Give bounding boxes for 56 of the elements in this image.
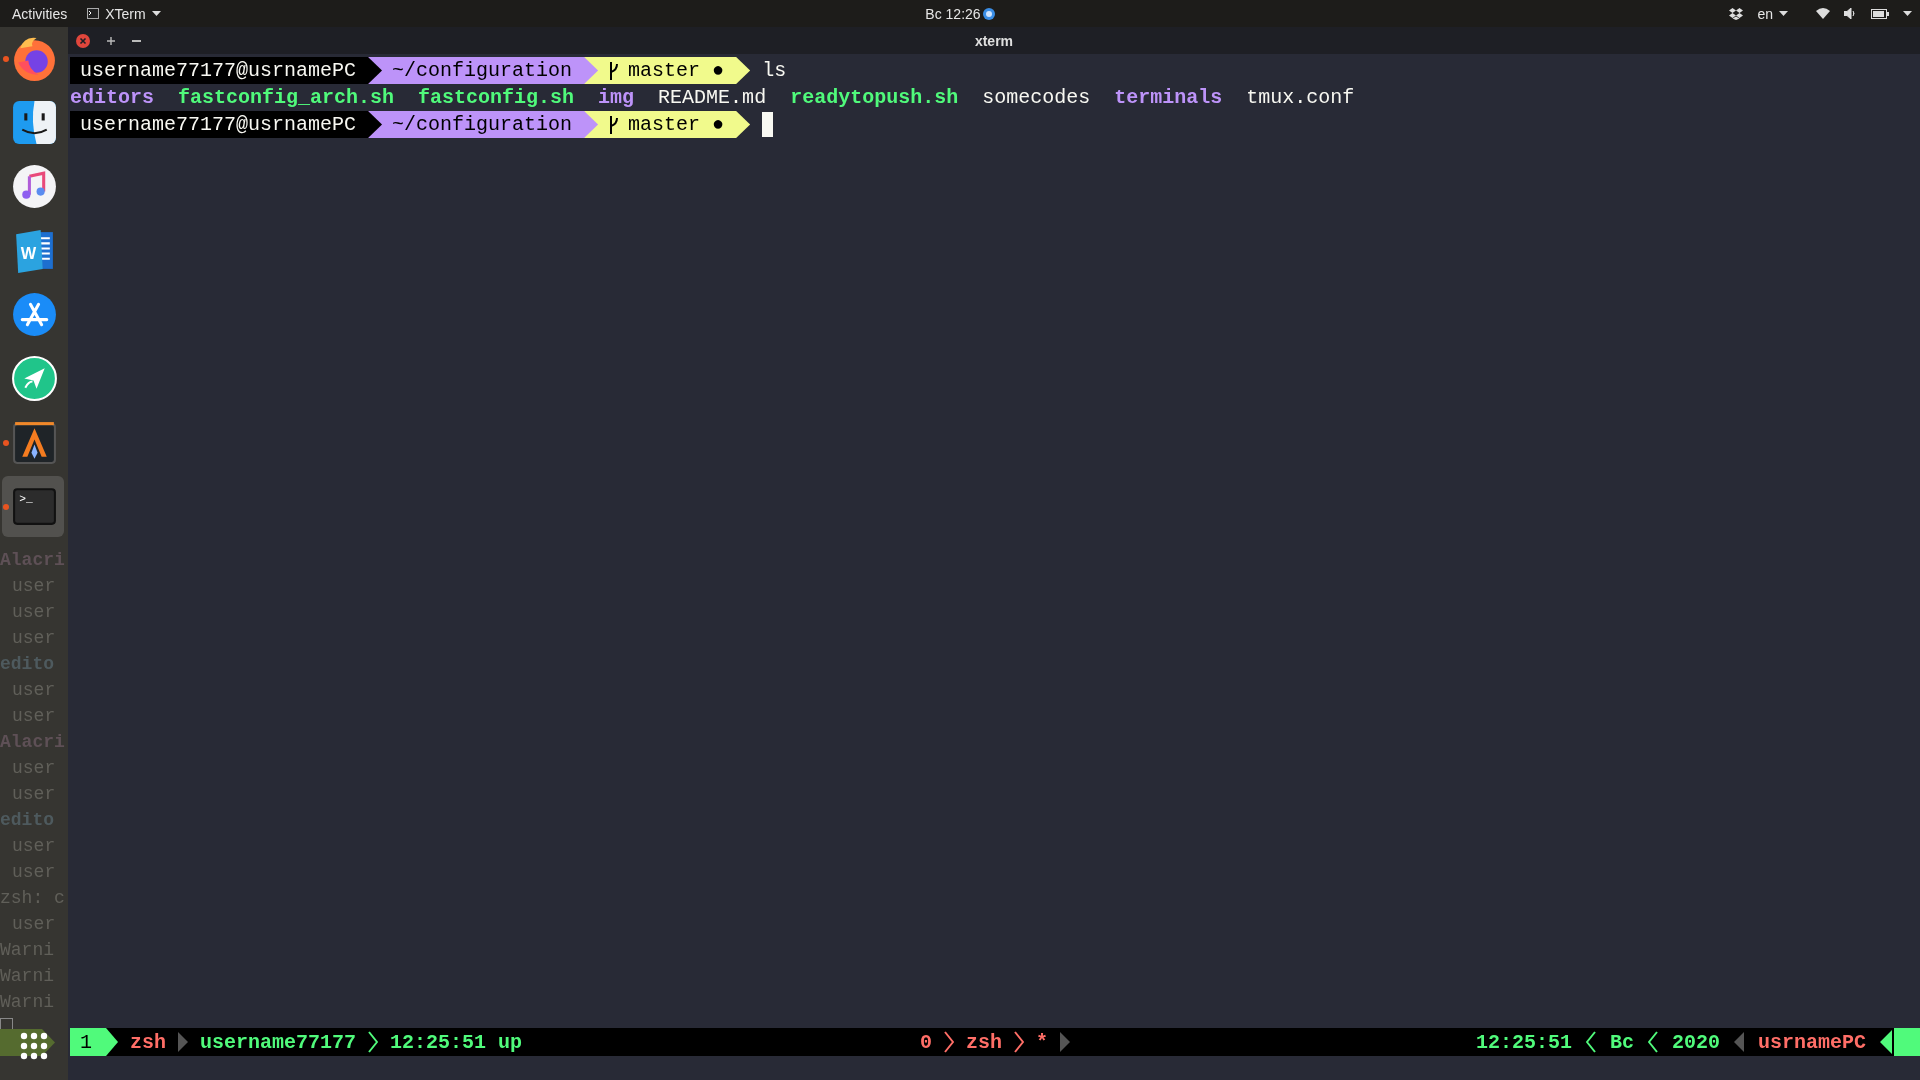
status-text: * — [1036, 1030, 1048, 1054]
file-entry: fastconfig_arch.sh — [178, 86, 395, 109]
activities-button[interactable]: Activities — [12, 5, 68, 22]
file-entry: editors — [70, 86, 154, 109]
terminal-icon — [87, 8, 100, 19]
prompt-segment: username77177@usrnamePC — [70, 57, 383, 84]
separator-icon — [1733, 1030, 1744, 1054]
minimize-icon[interactable] — [132, 39, 141, 42]
prompt-segment: username77177@usrnamePC — [70, 111, 383, 138]
file-entry: img — [598, 86, 635, 109]
caret-icon[interactable] — [1903, 11, 1912, 16]
app-menu[interactable]: XTerm — [87, 5, 161, 22]
separator-icon — [1060, 1030, 1070, 1054]
status-text: 12:25:51 up — [390, 1030, 523, 1054]
status-text: usrnamePC — [1757, 1030, 1866, 1054]
chevron-icon — [1585, 1030, 1596, 1054]
battery-icon[interactable] — [1871, 8, 1889, 19]
window-title: xterm — [974, 32, 1014, 49]
command-text: ls — [762, 59, 787, 82]
chevron-icon — [1647, 1030, 1658, 1054]
caret-icon — [1779, 11, 1788, 16]
clock[interactable]: Bc 12:26 — [925, 5, 981, 22]
status-text: 2020 — [1671, 1030, 1720, 1054]
paper-plane-icon[interactable] — [9, 354, 59, 403]
close-icon[interactable] — [76, 33, 90, 48]
language-menu[interactable]: en — [1757, 5, 1788, 22]
file-entry: terminals — [1114, 86, 1223, 109]
volume-icon[interactable] — [1844, 8, 1857, 19]
file-entry: readytopush.sh — [790, 86, 959, 109]
prompt-segment: ~/configuration — [368, 111, 599, 138]
status-text: 12:25:51 — [1475, 1030, 1572, 1054]
prompt-segment: master ● — [584, 111, 751, 138]
file-entry: somecodes — [982, 86, 1091, 109]
branch-icon — [608, 115, 621, 134]
status-text: 0 — [919, 1030, 932, 1054]
status-text: zsh — [966, 1030, 1002, 1054]
chevron-icon — [368, 1030, 379, 1054]
notification-icon — [982, 7, 995, 20]
apps-grid-icon[interactable] — [20, 1032, 48, 1060]
chevron-icon — [944, 1030, 954, 1054]
separator-icon — [178, 1030, 189, 1054]
branch-icon — [608, 61, 621, 80]
status-text: zsh — [130, 1030, 167, 1054]
chevron-icon — [1014, 1030, 1024, 1054]
prompt-segment: master ● — [584, 57, 751, 84]
file-entry: tmux.conf — [1246, 86, 1355, 109]
caret-icon — [151, 11, 161, 16]
window-index[interactable]: 1 — [70, 1028, 118, 1056]
file-entry: README.md — [658, 86, 767, 109]
wifi-icon[interactable] — [1816, 8, 1830, 19]
status-text: username77177 — [200, 1030, 357, 1054]
status-text: Bc — [1609, 1030, 1634, 1054]
file-entry: fastconfig.sh — [418, 86, 575, 109]
end-cap-icon — [1880, 1028, 1920, 1056]
maximize-icon[interactable] — [106, 35, 116, 46]
prompt-segment: ~/configuration — [368, 57, 599, 84]
